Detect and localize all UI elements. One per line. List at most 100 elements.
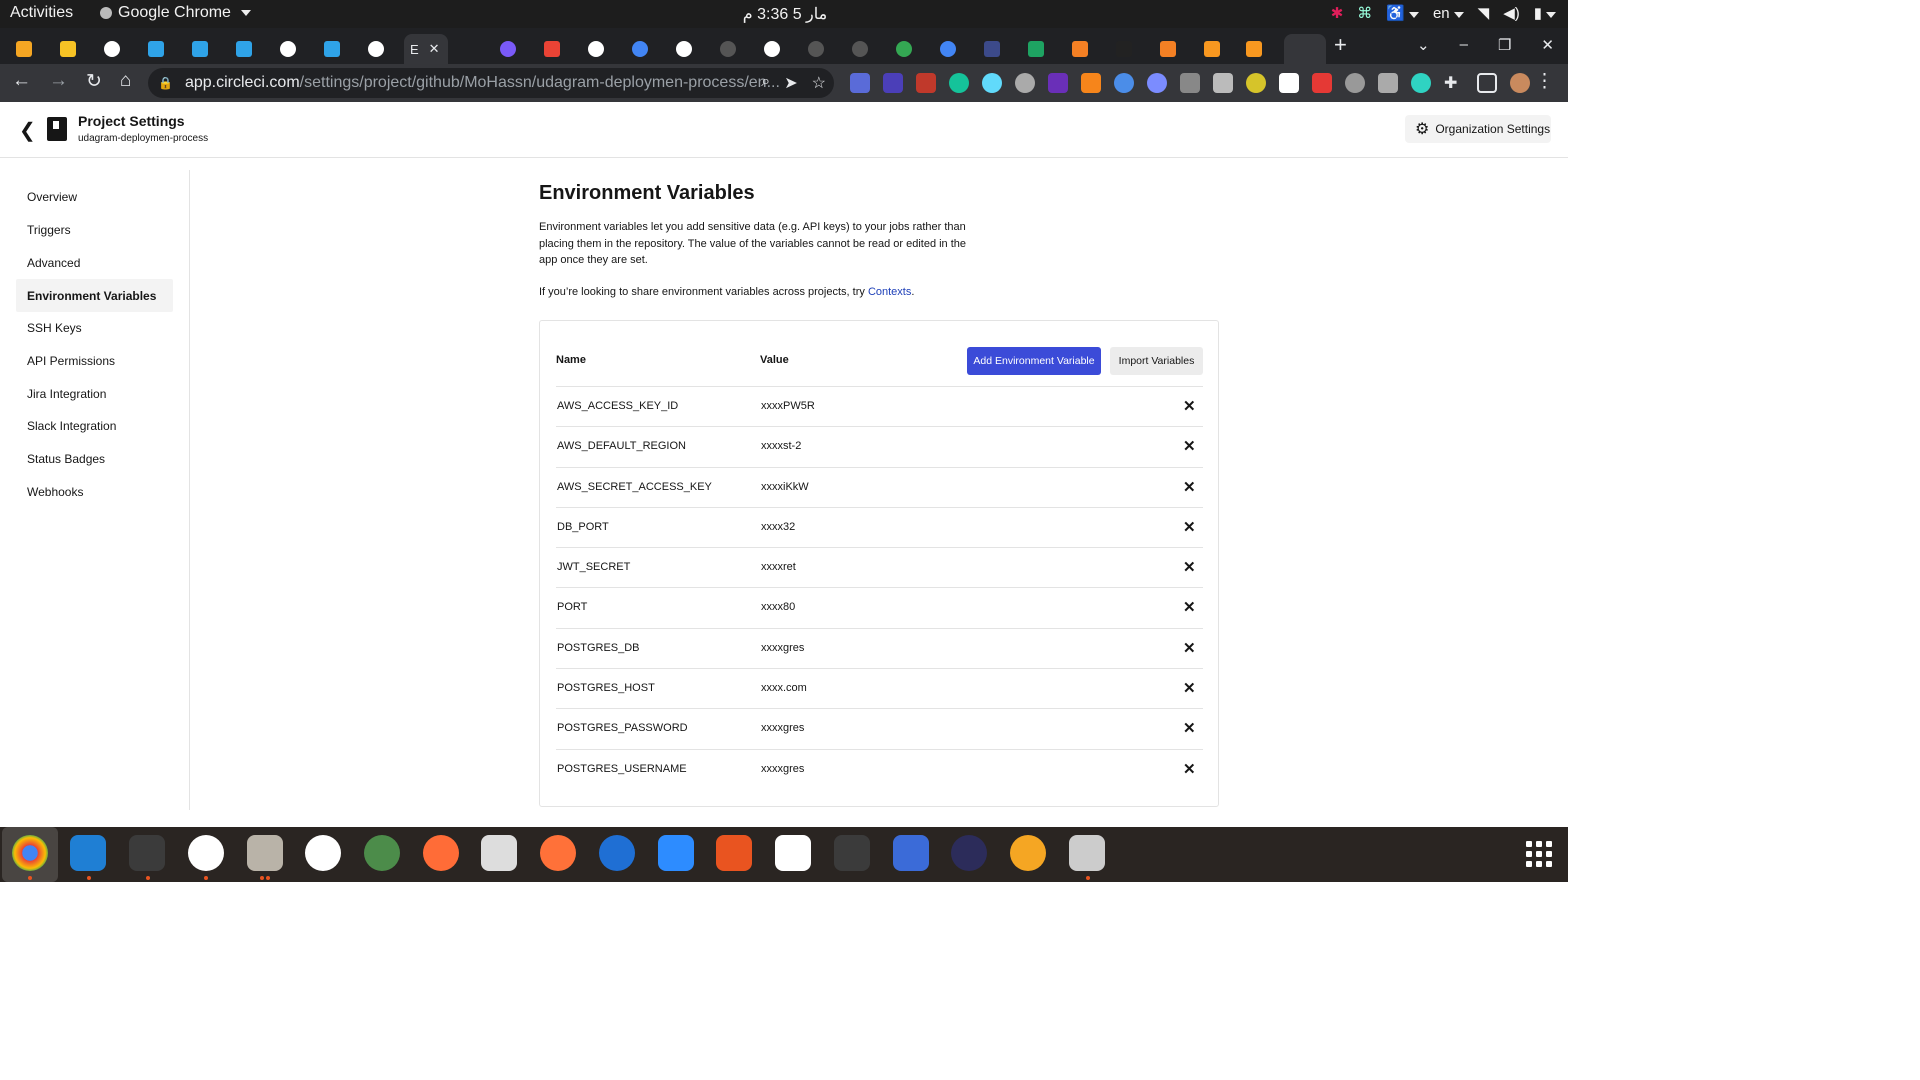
lock-icon[interactable]: 🔒 <box>158 76 173 90</box>
system-tray[interactable]: ✱ ⌘ ♿ en ◥ ◀) ▮ <box>1331 4 1556 22</box>
translate-extension-icon[interactable] <box>850 73 870 93</box>
delete-icon[interactable]: ✕ <box>1183 478 1196 496</box>
extension-icon[interactable] <box>1213 73 1233 93</box>
chrome-icon[interactable] <box>12 835 48 871</box>
eclipse-icon[interactable] <box>951 835 987 871</box>
settings-icon[interactable] <box>481 835 517 871</box>
kebab-menu-icon[interactable]: ⋮ <box>1535 70 1554 93</box>
contexts-link[interactable]: Contexts <box>868 286 911 298</box>
firefox-icon[interactable] <box>540 835 576 871</box>
delete-icon[interactable]: ✕ <box>1183 679 1196 697</box>
tab-search-icon[interactable]: ⌄ <box>1417 36 1430 54</box>
delete-icon[interactable]: ✕ <box>1183 719 1196 737</box>
back-icon[interactable]: ← <box>12 70 31 93</box>
notion-icon[interactable] <box>1279 73 1299 93</box>
forward-icon[interactable]: → <box>49 70 68 93</box>
tab[interactable] <box>142 34 186 64</box>
tab[interactable] <box>274 34 318 64</box>
zoom-icon[interactable]: ⌕ <box>761 73 770 93</box>
delete-icon[interactable]: ✕ <box>1183 558 1196 576</box>
tab[interactable] <box>582 34 626 64</box>
tab-active[interactable]: E ✕ <box>404 34 448 64</box>
vscode-icon[interactable] <box>70 835 106 871</box>
sidebar-item-overview[interactable]: Overview <box>16 180 173 213</box>
address-bar[interactable]: 🔒 app.circleci.com/settings/project/gith… <box>148 68 834 98</box>
delete-icon[interactable]: ✕ <box>1183 598 1196 616</box>
tab[interactable] <box>362 34 406 64</box>
tab[interactable] <box>1284 34 1326 64</box>
tab[interactable] <box>186 34 230 64</box>
new-tab-button[interactable]: + <box>1334 32 1347 58</box>
rocket-icon[interactable] <box>364 835 400 871</box>
puzzle-icon[interactable]: ✚ <box>1444 73 1464 93</box>
tab[interactable] <box>1198 34 1242 64</box>
accessibility-icon[interactable]: ♿ <box>1386 4 1419 22</box>
clock[interactable]: مار 5 3:36 م <box>730 4 840 24</box>
sidebar-item-status-badges[interactable]: Status Badges <box>16 442 173 475</box>
avatar[interactable] <box>1510 73 1530 93</box>
sidebar-item-slack-integration[interactable]: Slack Integration <box>16 409 173 442</box>
home-icon[interactable]: ⌂ <box>120 70 131 93</box>
close-window-icon[interactable]: ✕ <box>1541 36 1554 54</box>
extension-icon[interactable] <box>1180 73 1200 93</box>
sidebar-item-ssh-keys[interactable]: SSH Keys <box>16 311 173 344</box>
bookmark-star-icon[interactable]: ☆ <box>812 73 826 93</box>
sidebar-item-advanced[interactable]: Advanced <box>16 246 173 279</box>
slack-icon[interactable] <box>188 835 224 871</box>
tab-close-icon[interactable]: ✕ <box>429 41 440 57</box>
thunderbird-icon[interactable] <box>599 835 635 871</box>
tab[interactable] <box>802 34 846 64</box>
mongodb-compass-icon[interactable] <box>305 835 341 871</box>
tab[interactable] <box>230 34 274 64</box>
organization-settings-button[interactable]: ⚙ Organization Settings <box>1405 115 1551 143</box>
restore-icon[interactable]: ❐ <box>1498 36 1511 54</box>
clock-extension-icon[interactable] <box>1114 73 1134 93</box>
tab[interactable] <box>1154 34 1198 64</box>
ublock-extension-icon[interactable] <box>916 73 936 93</box>
extension-icon[interactable] <box>1411 73 1431 93</box>
sidebar-item-jira-integration[interactable]: Jira Integration <box>16 377 173 410</box>
tab[interactable] <box>626 34 670 64</box>
sidebar-item-environment-variables[interactable]: Environment Variables <box>16 279 173 312</box>
grammarly-extension-icon[interactable] <box>949 73 969 93</box>
tab[interactable] <box>1240 34 1284 64</box>
extension-icon[interactable] <box>1312 73 1332 93</box>
side-panel-icon[interactable] <box>1477 73 1497 93</box>
delete-icon[interactable]: ✕ <box>1183 639 1196 657</box>
show-applications-icon[interactable] <box>1526 841 1552 867</box>
tray-app-icon[interactable]: ⌘ <box>1357 4 1372 22</box>
tab[interactable] <box>758 34 802 64</box>
volume-icon[interactable]: ◀) <box>1503 4 1520 22</box>
tab[interactable] <box>934 34 978 64</box>
postman-icon[interactable] <box>423 835 459 871</box>
zoom-icon[interactable] <box>658 835 694 871</box>
system-monitor-icon[interactable] <box>834 835 870 871</box>
delete-icon[interactable]: ✕ <box>1183 397 1196 415</box>
image-viewer-icon[interactable] <box>1069 835 1105 871</box>
extension-icon[interactable] <box>1378 73 1398 93</box>
sidebar-item-triggers[interactable]: Triggers <box>16 213 173 246</box>
sidebar-item-webhooks[interactable]: Webhooks <box>16 475 173 508</box>
minimize-icon[interactable]: – <box>1460 36 1468 54</box>
globe-icon[interactable] <box>1345 73 1365 93</box>
react-devtools-icon[interactable] <box>982 73 1002 93</box>
tab[interactable] <box>494 34 538 64</box>
delete-icon[interactable]: ✕ <box>1183 760 1196 778</box>
code-editor-icon[interactable] <box>775 835 811 871</box>
extension-icon[interactable] <box>1246 73 1266 93</box>
wifi-icon[interactable]: ◥ <box>1478 4 1490 22</box>
battery-icon[interactable]: ▮ <box>1534 4 1556 22</box>
language-indicator[interactable]: en <box>1433 5 1464 22</box>
tab[interactable] <box>318 34 362 64</box>
tab[interactable] <box>1066 34 1110 64</box>
send-icon[interactable]: ➤ <box>784 73 797 93</box>
tab[interactable] <box>538 34 582 64</box>
tab[interactable] <box>670 34 714 64</box>
extension-icon[interactable] <box>1015 73 1035 93</box>
sidebar-item-api-permissions[interactable]: API Permissions <box>16 344 173 377</box>
tab[interactable] <box>978 34 1022 64</box>
delete-icon[interactable]: ✕ <box>1183 518 1196 536</box>
files-icon[interactable] <box>247 835 283 871</box>
activities-button[interactable]: Activities <box>10 4 73 22</box>
tab[interactable] <box>1022 34 1066 64</box>
